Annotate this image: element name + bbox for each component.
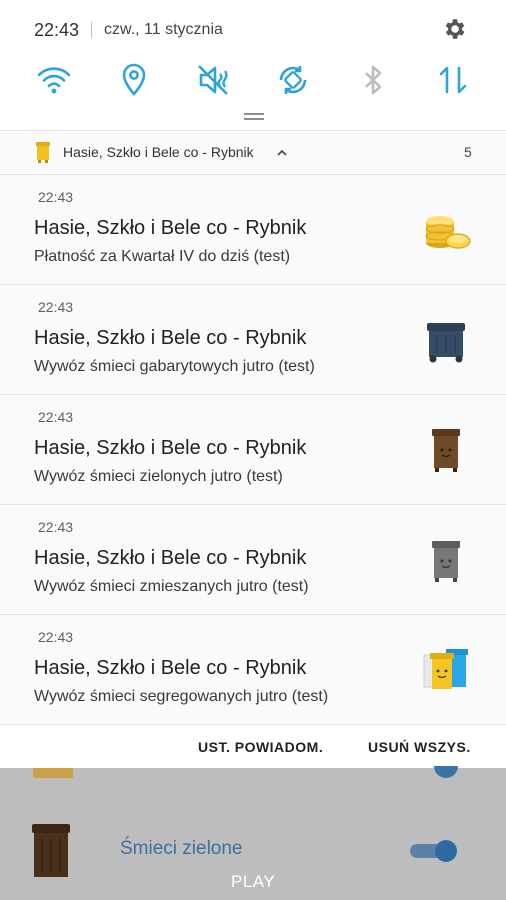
bluetooth-icon[interactable] [353, 60, 393, 100]
notification-group-header[interactable]: Hasie, Szkło i Bele co - Rybnik 5 [0, 133, 506, 173]
notification-item[interactable]: 22:43 Hasie, Szkło i Bele co - Rybnik Wy… [0, 614, 506, 724]
notification-title: Hasie, Szkło i Bele co - Rybnik [34, 437, 307, 459]
sound-off-icon[interactable] [193, 60, 233, 100]
notification-actions: UST. POWIADOM. USUŃ WSZYS. [0, 724, 506, 769]
notification-text: Wywóz śmieci zmieszanych jutro (test) [34, 578, 309, 595]
gray-bin-icon [432, 541, 460, 582]
auto-rotate-icon[interactable] [273, 60, 313, 100]
notification-item[interactable]: 22:43 Hasie, Szkło i Bele co - Rybnik Pł… [0, 174, 506, 284]
data-transfer-icon[interactable] [433, 60, 473, 100]
notification-time: 22:43 [38, 189, 74, 205]
brown-bin-icon [32, 824, 70, 877]
notification-time: 22:43 [38, 629, 74, 645]
notification-time: 22:43 [38, 299, 74, 315]
notification-item[interactable]: 22:43 Hasie, Szkło i Bele co - Rybnik Wy… [0, 284, 506, 394]
chevron-up-icon[interactable] [276, 147, 288, 159]
date: czw., 11 stycznia [104, 21, 223, 38]
background-app: Śmieci zielone PLAY [0, 766, 506, 900]
status-separator [91, 22, 93, 38]
coins-icon [425, 216, 471, 249]
notification-item[interactable]: 22:43 Hasie, Szkło i Bele co - Rybnik Wy… [0, 504, 506, 614]
app-bin-icon [36, 142, 50, 163]
gear-icon[interactable] [441, 16, 467, 42]
navy-bin-icon [427, 323, 465, 363]
notification-time: 22:43 [38, 519, 74, 535]
notification-settings-button[interactable]: UST. POWIADOM. [198, 739, 323, 755]
notification-time: 22:43 [38, 409, 74, 425]
notification-title: Hasie, Szkło i Bele co - Rybnik [34, 217, 307, 239]
notification-text: Wywóz śmieci zielonych jutro (test) [34, 468, 283, 485]
shade-divider [0, 130, 506, 131]
quick-settings-panel: 22:43 czw., 11 stycznia [0, 0, 506, 132]
notification-text: Płatność za Kwartał IV do dziś (test) [34, 248, 291, 265]
yellow-bin-partial-icon [33, 768, 73, 778]
recycling-bins-icon [423, 649, 468, 689]
reminder-toggle[interactable] [408, 840, 460, 862]
notification-count: 5 [464, 144, 472, 160]
brown-bin-icon [432, 429, 460, 472]
notification-title: Hasie, Szkło i Bele co - Rybnik [34, 327, 307, 349]
notification-text: Wywóz śmieci gabarytowych jutro (test) [34, 358, 315, 375]
wifi-icon[interactable] [34, 60, 74, 100]
status-row: 22:43 czw., 11 stycznia [34, 18, 223, 42]
waste-type-label[interactable]: Śmieci zielone [120, 838, 243, 860]
location-icon[interactable] [114, 60, 154, 100]
clock: 22:43 [34, 19, 80, 40]
app-name: Hasie, Szkło i Bele co - Rybnik [63, 144, 254, 160]
toggle-partial [434, 766, 458, 778]
clear-all-button[interactable]: USUŃ WSZYS. [368, 739, 471, 755]
notification-title: Hasie, Szkło i Bele co - Rybnik [34, 547, 307, 569]
notification-title: Hasie, Szkło i Bele co - Rybnik [34, 657, 307, 679]
notification-item[interactable]: 22:43 Hasie, Szkło i Bele co - Rybnik Wy… [0, 394, 506, 504]
drag-handle[interactable] [244, 113, 264, 115]
notification-text: Wywóz śmieci segregowanych jutro (test) [34, 688, 329, 705]
play-store-label: PLAY [231, 872, 276, 891]
